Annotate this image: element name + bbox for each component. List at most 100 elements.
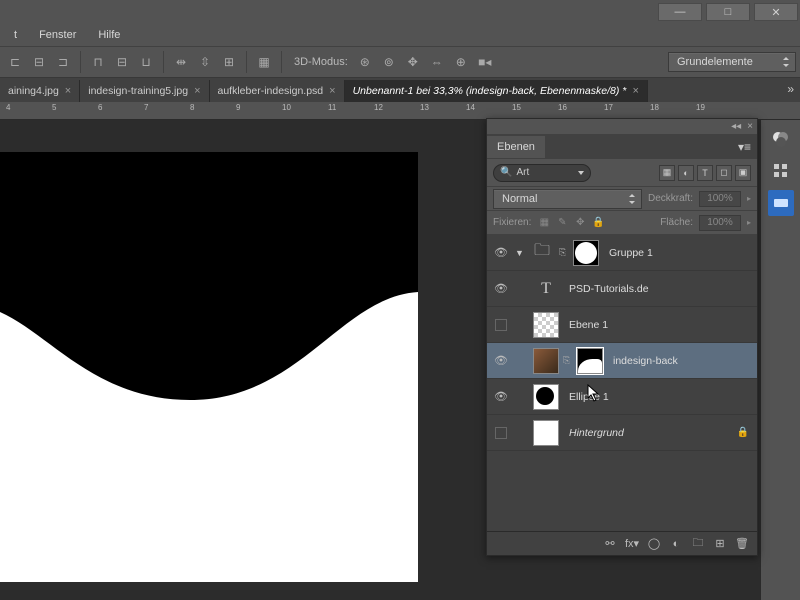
3d-scale-icon[interactable]: ⊕ xyxy=(450,51,472,73)
layer-fx-icon[interactable]: fx▾ xyxy=(623,535,641,553)
layer-name[interactable]: Ellipse 1 xyxy=(569,391,753,403)
visibility-toggle[interactable] xyxy=(491,319,511,331)
layers-panel-footer: ⚯ fx▾ ◯ ◐ 🗀 ⊞ 🗑 xyxy=(487,531,757,555)
layer-group-gruppe-1[interactable]: 👁 ▼ 🗀 ⎘ Gruppe 1 xyxy=(487,235,757,271)
lock-label: Fixieren: xyxy=(493,217,531,228)
align-center-v-icon[interactable]: ⊟ xyxy=(111,51,133,73)
layer-filter-bar: 🔍 Art ▦ ◐ T ◻ ▣ xyxy=(487,159,757,187)
distribute-v-icon[interactable]: ⇳ xyxy=(194,51,216,73)
panel-close-icon[interactable]: × xyxy=(747,121,753,132)
lock-transparency-icon[interactable]: ▦ xyxy=(537,216,551,230)
fill-input[interactable]: 100% xyxy=(699,215,741,231)
panel-titlebar[interactable]: ◂◂ × xyxy=(487,119,757,135)
menu-hilfe[interactable]: Hilfe xyxy=(88,26,130,44)
maximize-button[interactable]: □ xyxy=(706,3,750,21)
new-layer-icon[interactable]: ⊞ xyxy=(711,535,729,553)
layer-thumb[interactable] xyxy=(533,384,559,410)
adjustments-panel-icon[interactable] xyxy=(768,158,794,184)
layer-ellipse-1[interactable]: 👁 Ellipse 1 xyxy=(487,379,757,415)
group-toggle-icon[interactable]: ▼ xyxy=(515,248,525,258)
panel-tabs: Ebenen ▾≡ xyxy=(487,135,757,159)
layer-name[interactable]: Gruppe 1 xyxy=(609,247,753,259)
fill-flyout-icon[interactable]: ▸ xyxy=(747,218,751,227)
layer-mask-icon[interactable]: ◯ xyxy=(645,535,663,553)
layer-hintergrund[interactable]: Hintergrund 🔒 xyxy=(487,415,757,451)
filter-smart-icon[interactable]: ▣ xyxy=(735,165,751,181)
visibility-toggle[interactable]: 👁 xyxy=(491,354,511,367)
close-button[interactable]: ✕ xyxy=(754,3,798,21)
align-center-h-icon[interactable]: ⊟ xyxy=(28,51,50,73)
filter-type-dropdown[interactable]: 🔍 Art xyxy=(493,164,591,182)
adjustment-layer-icon[interactable]: ◐ xyxy=(667,535,685,553)
3d-pan-icon[interactable]: ✥ xyxy=(402,51,424,73)
3d-roll-icon[interactable]: ⊚ xyxy=(378,51,400,73)
workspace-label: Grundelemente xyxy=(677,56,753,68)
3d-camera-icon[interactable]: ■◂ xyxy=(474,51,496,73)
tab-training5[interactable]: indesign-training5.jpg× xyxy=(80,80,209,102)
delete-layer-icon[interactable]: 🗑 xyxy=(733,535,751,553)
align-right-icon[interactable]: ⊐ xyxy=(52,51,74,73)
layers-panel-icon[interactable] xyxy=(768,190,794,216)
tab-aining4[interactable]: aining4.jpg × xyxy=(0,80,80,102)
filter-pixel-icon[interactable]: ▦ xyxy=(659,165,675,181)
minimize-button[interactable]: — xyxy=(658,3,702,21)
opacity-input[interactable]: 100% xyxy=(699,191,741,207)
collapse-icon[interactable]: ◂◂ xyxy=(731,121,741,132)
ruler-tick: 16 xyxy=(558,103,567,112)
filter-adjustment-icon[interactable]: ◐ xyxy=(678,165,694,181)
tab-aufkleber[interactable]: aufkleber-indesign.psd× xyxy=(210,80,345,102)
layer-thumb[interactable] xyxy=(533,420,559,446)
layer-text-psd-tutorials[interactable]: 👁 T PSD-Tutorials.de xyxy=(487,271,757,307)
layer-mask-thumb[interactable] xyxy=(573,240,599,266)
lock-position-icon[interactable]: ✥ xyxy=(573,216,587,230)
3d-slide-icon[interactable]: ⇔ xyxy=(426,51,448,73)
tab-ebenen[interactable]: Ebenen xyxy=(487,136,545,158)
tab-unbenannt-1[interactable]: Unbenannt-1 bei 33,3% (indesign-back, Eb… xyxy=(345,80,648,102)
ruler-tick: 12 xyxy=(374,103,383,112)
layer-thumb[interactable] xyxy=(533,348,559,374)
blend-mode-dropdown[interactable]: Normal xyxy=(493,189,642,209)
align-bottom-icon[interactable]: ⊔ xyxy=(135,51,157,73)
tab-label: aining4.jpg xyxy=(8,85,59,97)
document-tabs: aining4.jpg × indesign-training5.jpg× auf… xyxy=(0,78,800,102)
document-canvas[interactable] xyxy=(0,152,418,582)
folder-icon: 🗀 xyxy=(529,240,555,266)
lock-all-icon[interactable]: 🔒 xyxy=(591,216,605,230)
distribute-space-icon[interactable]: ⊞ xyxy=(218,51,240,73)
layer-thumb[interactable] xyxy=(533,312,559,338)
workspace-dropdown[interactable]: Grundelemente xyxy=(668,52,796,72)
3d-orbit-icon[interactable]: ⊛ xyxy=(354,51,376,73)
close-icon[interactable]: × xyxy=(65,85,71,97)
lock-pixels-icon[interactable]: ✎ xyxy=(555,216,569,230)
layer-name[interactable]: Hintergrund xyxy=(569,427,733,439)
visibility-toggle[interactable]: 👁 xyxy=(491,390,511,403)
close-icon[interactable]: × xyxy=(632,85,638,97)
visibility-toggle[interactable] xyxy=(491,427,511,439)
align-left-icon[interactable]: ⊏ xyxy=(4,51,26,73)
filter-shape-icon[interactable]: ◻ xyxy=(716,165,732,181)
visibility-toggle[interactable]: 👁 xyxy=(491,282,511,295)
close-icon[interactable]: × xyxy=(194,85,200,97)
align-top-icon[interactable]: ⊓ xyxy=(87,51,109,73)
panel-menu-icon[interactable]: ▾≡ xyxy=(732,140,757,154)
auto-align-icon[interactable]: ▦ xyxy=(253,51,275,73)
layer-name[interactable]: PSD-Tutorials.de xyxy=(569,283,753,295)
link-layers-icon[interactable]: ⚯ xyxy=(601,535,619,553)
tabs-overflow-button[interactable]: » xyxy=(787,82,794,96)
distribute-h-icon[interactable]: ⇹ xyxy=(170,51,192,73)
menu-unknown[interactable]: t xyxy=(4,26,27,44)
panel-dock xyxy=(760,120,800,600)
layer-mask-thumb[interactable] xyxy=(577,348,603,374)
layer-ebene-1[interactable]: Ebene 1 xyxy=(487,307,757,343)
layer-indesign-back[interactable]: 👁 ⎘ indesign-back xyxy=(487,343,757,379)
close-icon[interactable]: × xyxy=(329,85,335,97)
layer-name[interactable]: Ebene 1 xyxy=(569,319,753,331)
tab-label: Unbenannt-1 bei 33,3% (indesign-back, Eb… xyxy=(353,85,627,97)
menu-fenster[interactable]: Fenster xyxy=(29,26,86,44)
filter-type-icon[interactable]: T xyxy=(697,165,713,181)
visibility-toggle[interactable]: 👁 xyxy=(491,246,511,259)
layer-name[interactable]: indesign-back xyxy=(613,355,753,367)
color-panel-icon[interactable] xyxy=(768,126,794,152)
opacity-flyout-icon[interactable]: ▸ xyxy=(747,194,751,203)
new-group-icon[interactable]: 🗀 xyxy=(689,535,707,553)
